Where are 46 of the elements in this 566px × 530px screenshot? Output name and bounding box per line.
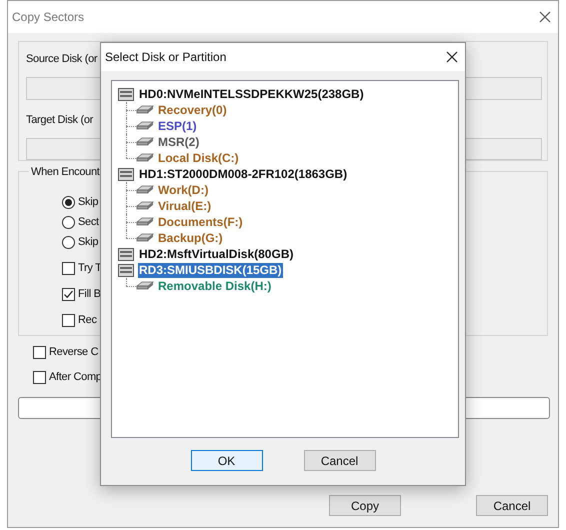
checkbox[interactable] bbox=[33, 370, 46, 384]
tree-item[interactable]: Work(D:) bbox=[157, 182, 210, 198]
option-label: Reverse C bbox=[49, 344, 98, 360]
checkbox[interactable] bbox=[62, 314, 75, 326]
tree-item[interactable]: Local Disk(C:) bbox=[157, 150, 240, 166]
tree-item[interactable]: Removable Disk(H:) bbox=[157, 278, 272, 294]
window-title: Copy Sectors bbox=[12, 9, 84, 26]
button[interactable]: Cancel bbox=[476, 495, 548, 516]
radio-button[interactable] bbox=[62, 216, 75, 228]
field-label: Source Disk (or bbox=[26, 52, 98, 66]
tree-item[interactable]: Virual(E:) bbox=[157, 198, 212, 214]
tree-item[interactable]: HD1:ST2000DM008-2FR102(1863GB) bbox=[138, 166, 348, 182]
tree-item[interactable]: Backup(G:) bbox=[157, 230, 224, 246]
tree-item[interactable]: HD0:NVMeINTELSSDPEKKW25(238GB) bbox=[138, 86, 365, 102]
field-label: Target Disk (or bbox=[26, 112, 94, 126]
radio-button[interactable] bbox=[62, 236, 75, 248]
tree-item[interactable]: Documents(F:) bbox=[157, 214, 244, 230]
tree-item[interactable]: ESP(1) bbox=[157, 118, 198, 134]
checkbox[interactable] bbox=[62, 262, 75, 274]
partition-icon bbox=[136, 281, 154, 291]
partition-icon bbox=[136, 105, 154, 115]
tree-item[interactable]: RD3:SMIUSBDISK(15GB) bbox=[138, 262, 283, 278]
checkbox[interactable] bbox=[33, 346, 46, 358]
partition-icon bbox=[136, 153, 154, 163]
partition-icon bbox=[136, 217, 154, 227]
close-icon[interactable] bbox=[445, 50, 459, 64]
partition-icon bbox=[136, 233, 154, 243]
tree-item[interactable]: HD2:MsftVirtualDisk(80GB) bbox=[138, 246, 294, 262]
dialog-title: Select Disk or Partition bbox=[105, 49, 226, 66]
button[interactable]: Copy bbox=[329, 495, 401, 516]
partition-icon bbox=[136, 121, 154, 131]
button[interactable]: OK bbox=[190, 450, 262, 471]
tree-item[interactable]: Recovery(0) bbox=[157, 102, 228, 118]
option-label: Skip bbox=[78, 234, 98, 250]
partition-icon bbox=[136, 185, 154, 195]
radio-button[interactable] bbox=[62, 196, 75, 208]
option-label: Fill B bbox=[78, 286, 101, 302]
close-icon[interactable] bbox=[538, 10, 552, 24]
button[interactable]: Cancel bbox=[304, 450, 376, 471]
partition-icon bbox=[136, 137, 154, 147]
checkbox[interactable] bbox=[62, 288, 75, 300]
option-label: Skip bbox=[78, 194, 98, 210]
option-label: Rec bbox=[78, 312, 97, 328]
tree-item[interactable]: MSR(2) bbox=[157, 134, 200, 150]
partition-icon bbox=[136, 201, 154, 211]
option-label: Sect bbox=[78, 214, 99, 230]
